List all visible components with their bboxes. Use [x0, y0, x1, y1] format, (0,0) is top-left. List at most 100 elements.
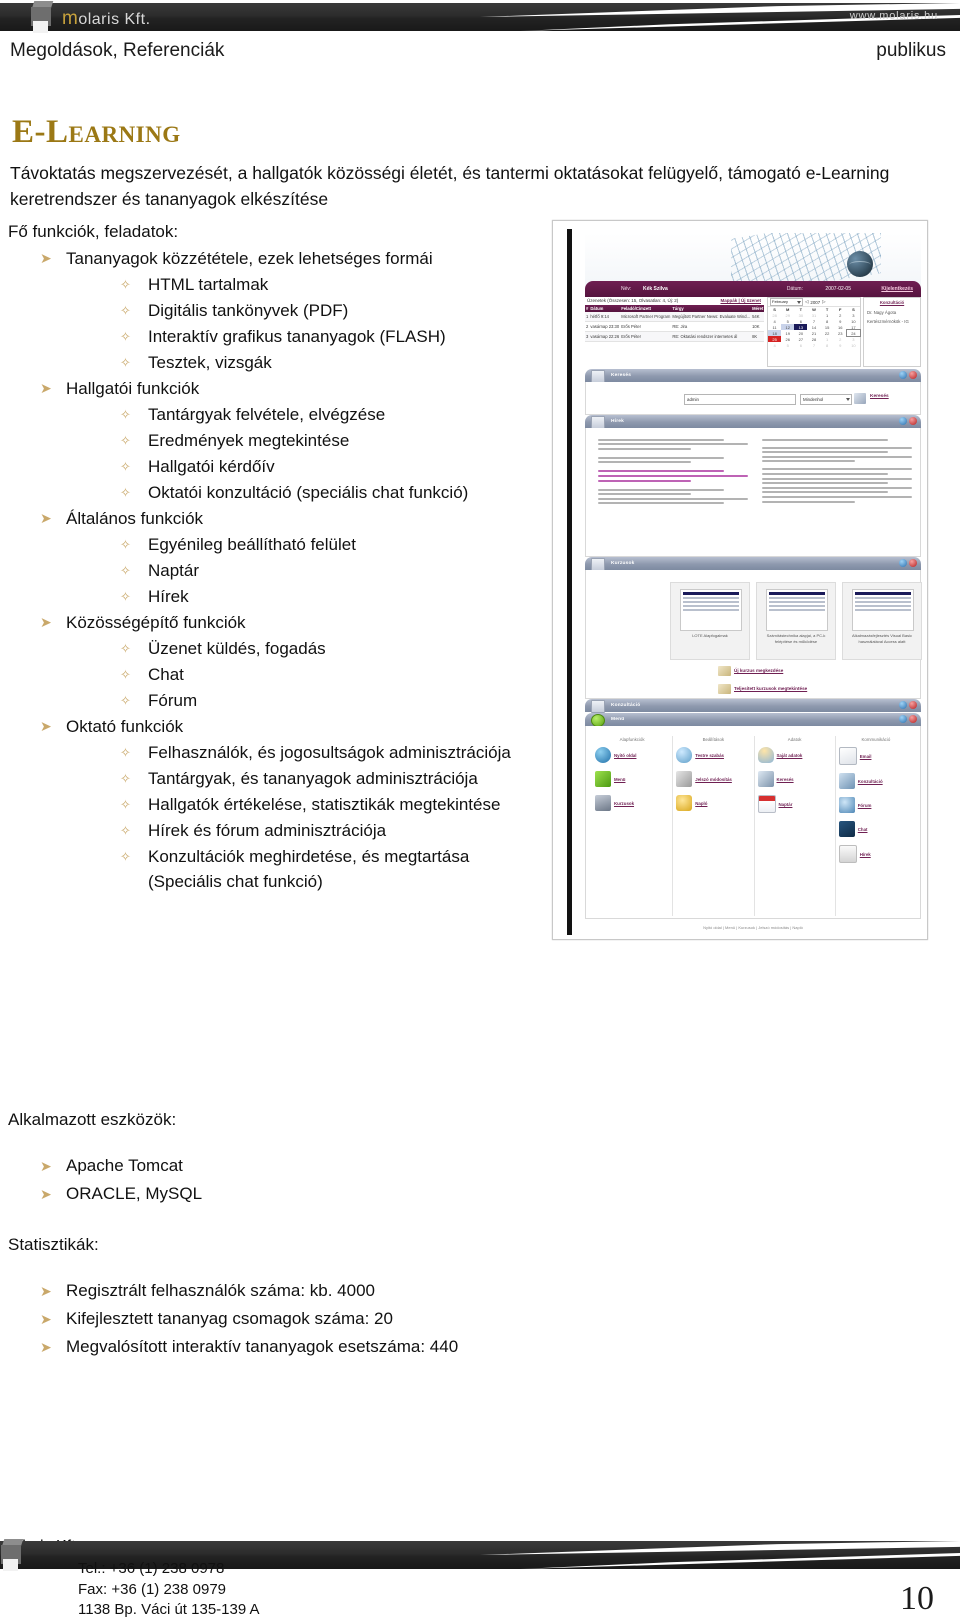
minimize-icon[interactable]	[899, 371, 907, 379]
list-item-label: Digitális tankönyvek (PDF)	[148, 301, 349, 320]
search-input[interactable]: admin	[684, 394, 796, 405]
arrow-bullet-icon: ➤	[40, 1311, 52, 1327]
list-item: ✧ Oktatói konzultáció (speciális chat fun…	[0, 480, 540, 505]
search-scope-select[interactable]: Mindenhol	[800, 394, 852, 405]
app-footer-nav[interactable]: Nyitó oldal | Menü | Kurzusok | Jelszó m…	[585, 923, 921, 933]
messages-panel: Üzenetek (Összesen: 15, Olvasatlan: 4, Ú…	[585, 297, 765, 367]
course-card[interactable]: Alkalmazásfejlesztés Visual Basic haszná…	[842, 582, 922, 660]
module-bar-courses[interactable]: Kurzusok	[585, 557, 921, 571]
header-logo-m: m	[62, 8, 79, 29]
month-select[interactable]: February	[770, 298, 803, 306]
close-icon[interactable]	[909, 417, 917, 425]
course-card[interactable]: Számítástechnika alapjai, a PC-k felépít…	[756, 582, 836, 660]
module-bar-consultation[interactable]: Konzultáció	[585, 699, 921, 713]
menu-item-forum[interactable]: Fórum	[838, 797, 913, 813]
close-icon[interactable]	[909, 559, 917, 567]
completed-courses-link[interactable]: Teljesített kurzusok megtekintése	[718, 684, 807, 694]
course-card-label: Számítástechnika alapjai, a PC-k felépít…	[766, 633, 826, 644]
list-item-label: Chat	[148, 665, 184, 684]
menu-item-label: Menü	[614, 776, 626, 782]
search-button[interactable]: Keresés	[870, 394, 889, 399]
menu-item-customize[interactable]: Testre szabás	[676, 747, 750, 763]
close-icon[interactable]	[909, 701, 917, 709]
minimize-icon[interactable]	[899, 417, 907, 425]
list-item: ✧ Hallgatói kérdőív	[0, 454, 540, 479]
list-item: ➤ Regisztrált felhasználók száma: kb. 400…	[0, 1277, 600, 1305]
list-item: ✧ HTML tartalmak	[0, 272, 540, 297]
list-item-label: Hírek és fórum adminisztrációja	[148, 821, 387, 840]
application-screenshot: Név: Kék Szilva Dátum: 2007-02-05 Kijele…	[552, 220, 928, 940]
minimize-icon[interactable]	[899, 559, 907, 567]
calendar-day[interactable]: 5	[781, 342, 794, 348]
consultation-panel: Konzultáció Dr. Nagy Ágota Kertészmérnök…	[863, 297, 921, 367]
list-item-label: Eredmények megtekintése	[148, 431, 350, 450]
menu-item-label: Kurzusok	[614, 800, 635, 806]
running-head-left: Megoldások, Referenciák	[10, 40, 225, 61]
table-row[interactable]: 1 hétfő 9:14 Microsoft Partner Program M…	[585, 312, 765, 322]
menu-item-menu[interactable]: Menü	[595, 771, 669, 787]
main-functions-heading: Fő funkciók, feladatok:	[8, 222, 179, 241]
calendar-day[interactable]: 4	[768, 342, 781, 348]
menu-item-log[interactable]: Napló	[676, 795, 750, 811]
cell-date: vasárnap 23:30	[589, 321, 621, 332]
list-item: ✧ Tesztek, vizsgák	[0, 350, 540, 375]
calendar-table: S M T W T F S 28 29 30 31 1 2 3 4 5 6 7 …	[768, 307, 862, 348]
calendar-day[interactable]: 7	[807, 342, 820, 348]
list-item-label: Konzultációk meghirdetése, és megtartása…	[148, 847, 470, 891]
magnifier-icon	[757, 771, 774, 787]
close-icon[interactable]	[909, 715, 917, 723]
messages-links[interactable]: Mappák | Új üzenet	[720, 298, 761, 303]
minimize-icon[interactable]	[899, 715, 907, 723]
cell-subject: RE: Oktatási rendszer internetes ál	[671, 331, 752, 342]
calendar-day[interactable]: 9	[834, 342, 847, 348]
dashboard-top-row: Üzenetek (Összesen: 15, Olvasatlan: 4, Ú…	[585, 297, 921, 367]
course-card[interactable]: LOTE Alapfogalmak	[670, 582, 750, 660]
list-item: ✧ Felhasználók, és jogosultságok adminisz…	[0, 740, 540, 765]
table-row[interactable]: 2 vasárnap 23:30 Erős Péter RE: Jira 10K	[585, 321, 765, 332]
menu-item-email[interactable]: Email	[838, 747, 913, 765]
calendar-day[interactable]: 8	[821, 342, 834, 348]
module-bar-search[interactable]: Keresés	[585, 369, 921, 383]
close-icon[interactable]	[909, 371, 917, 379]
consultation-entry[interactable]: Dr. Nagy Ágota	[864, 308, 920, 317]
list-item-label: Interaktív grafikus tananyagok (FLASH)	[148, 327, 446, 346]
messages-table: # Dátum Feladó/Címzett Tárgy Méret 1 hét…	[585, 305, 765, 342]
menu-item-search[interactable]: Keresés	[757, 771, 832, 787]
menu-item-chat[interactable]: Chat	[838, 821, 913, 837]
page-header-banner: molaris Kft. www.molaris.hu	[0, 0, 960, 34]
next-month-icon[interactable]: ▷	[822, 299, 825, 305]
logout-link[interactable]: Kijelentkezés	[881, 286, 913, 292]
chat-icon	[838, 821, 855, 837]
new-course-link[interactable]: Új kurzus megkezdése	[718, 666, 783, 676]
menu-item-consultation[interactable]: Konzultáció	[838, 773, 913, 789]
star-bullet-icon: ✧	[120, 589, 131, 604]
menu-item-home[interactable]: Nyitó oldal	[595, 747, 669, 763]
cell-sender: Erős Péter	[620, 331, 672, 342]
completed-courses-icon	[718, 684, 731, 694]
menu-item-calendar[interactable]: Naptár	[757, 795, 832, 813]
menu-column-communication: Kommunikáció Email Konzultáció Fórum Cha…	[836, 736, 916, 916]
list-item: ✧ Fórum	[0, 688, 540, 713]
menu-item-label: Chat	[857, 826, 868, 832]
cell-date: vasárnap 22:26	[589, 331, 621, 342]
bullet-group: ➤ Oktató funkciók	[0, 714, 540, 739]
calendar-week: 4 5 6 7 8 9 10	[768, 342, 860, 348]
minimize-icon[interactable]	[899, 701, 907, 709]
module-window-buttons	[899, 715, 917, 723]
calendar-day[interactable]: 10	[847, 342, 860, 348]
list-item: ✧ Eredmények megtekintése	[0, 428, 540, 453]
prev-month-icon[interactable]: ◁	[805, 299, 808, 305]
calendar-day[interactable]: 6	[794, 342, 807, 348]
statistics-section: Statisztikák: ➤ Regisztrált felhasználók …	[0, 1235, 600, 1361]
module-bar-menu[interactable]: Menü	[585, 713, 921, 727]
module-bar-news[interactable]: Hírek	[585, 415, 921, 429]
app-user-bar: Név: Kék Szilva Dátum: 2007-02-05 Kijele…	[585, 281, 921, 297]
menu-item-password[interactable]: Jelszó módosítás	[676, 771, 750, 787]
menu-item-profile[interactable]: Saját adatok	[757, 747, 832, 763]
page-number: 10	[900, 1580, 934, 1617]
table-row[interactable]: 3 vasárnap 22:26 Erős Péter RE: Oktatási…	[585, 331, 765, 342]
menu-item-courses[interactable]: Kurzusok	[595, 795, 669, 811]
consultation-entry[interactable]: Kertészmérnökök - IG	[864, 317, 920, 326]
list-item: ➤ Apache Tomcat	[0, 1152, 560, 1180]
menu-item-news[interactable]: Hírek	[838, 845, 913, 863]
